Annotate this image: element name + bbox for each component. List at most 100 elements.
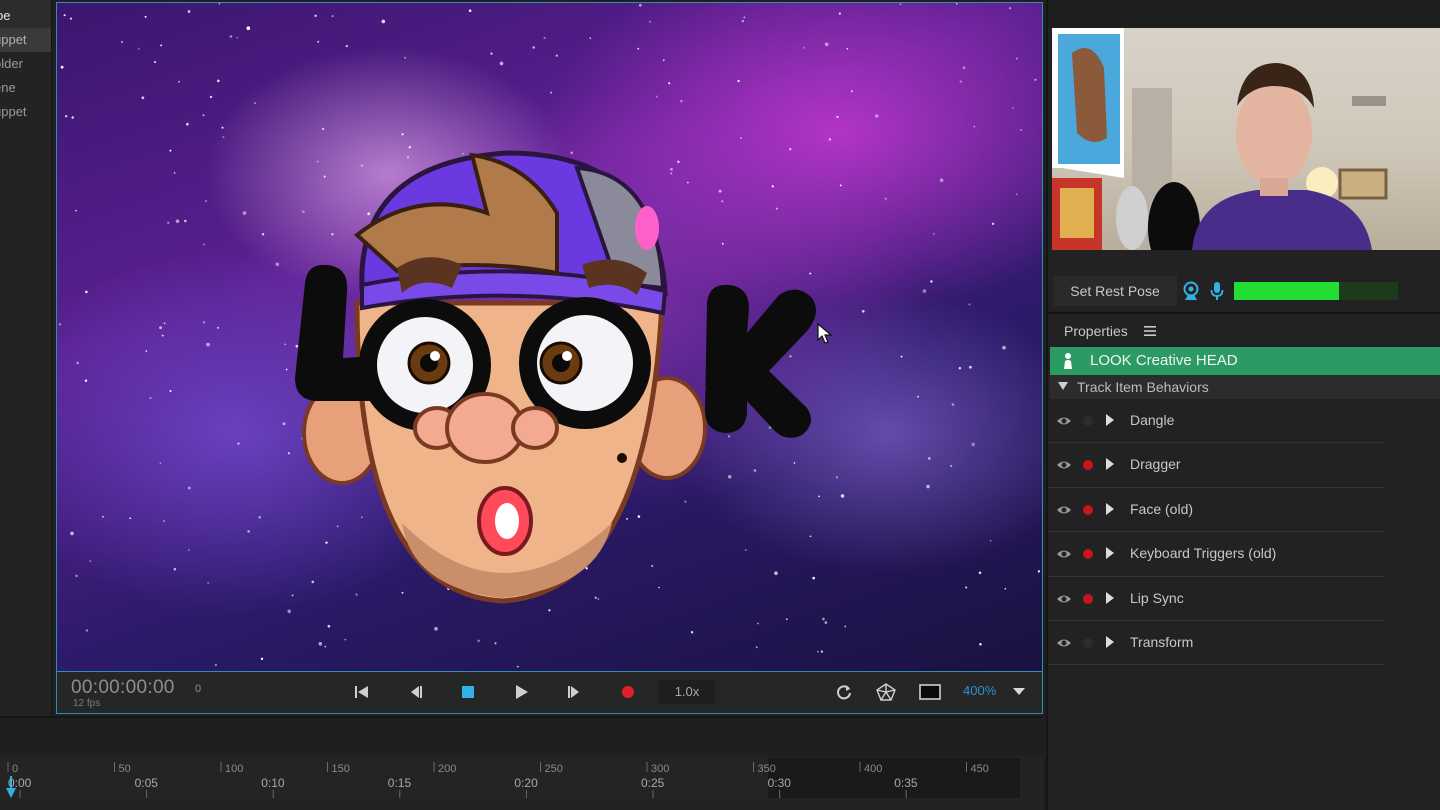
star <box>221 126 224 129</box>
star <box>548 609 551 612</box>
star <box>154 61 157 64</box>
star <box>917 395 919 398</box>
selected-puppet-bar[interactable]: LOOK Creative HEAD <box>1050 347 1440 375</box>
arm-record-dot-icon[interactable] <box>1083 549 1093 560</box>
playback-speed[interactable]: 1.0x <box>659 680 715 704</box>
track-item-behaviors-section[interactable]: Track Item Behaviors <box>1050 375 1440 399</box>
star <box>555 54 558 57</box>
star <box>718 189 722 193</box>
go-to-start-button[interactable] <box>351 681 373 703</box>
eye-visibility-icon[interactable] <box>1056 415 1072 427</box>
star <box>120 40 124 44</box>
star <box>1008 7 1012 10</box>
star <box>844 625 847 628</box>
expand-triangle-icon[interactable] <box>1105 591 1115 604</box>
background-toggle-button[interactable] <box>917 681 943 703</box>
project-item-scene[interactable]: ene <box>0 76 51 100</box>
behavior-row[interactable]: Transform <box>1048 621 1384 666</box>
eye-visibility-icon[interactable] <box>1056 548 1072 560</box>
star <box>84 379 88 382</box>
star <box>755 646 758 649</box>
hamburger-menu-icon[interactable] <box>1144 325 1156 337</box>
eye-visibility-icon[interactable] <box>1056 637 1072 649</box>
star <box>687 181 689 184</box>
star <box>839 184 842 187</box>
record-icon <box>622 686 634 698</box>
star <box>958 367 962 370</box>
star <box>740 137 742 139</box>
star <box>550 91 553 94</box>
project-column-header[interactable]: pe <box>0 0 51 28</box>
expand-triangle-icon[interactable] <box>1105 635 1115 648</box>
step-forward-button[interactable] <box>563 681 585 703</box>
arm-record-dot-icon[interactable] <box>1083 593 1093 604</box>
zoom-level[interactable]: 400% <box>963 683 996 698</box>
star <box>721 242 724 245</box>
behavior-row[interactable]: Face (old) <box>1048 488 1384 533</box>
star <box>214 663 217 667</box>
star <box>884 197 887 200</box>
project-item-puppet-2[interactable]: uppet <box>0 100 51 124</box>
arm-record-dot-icon[interactable] <box>1083 416 1093 426</box>
behavior-row[interactable]: Dragger <box>1048 443 1384 488</box>
star <box>188 549 190 551</box>
webcam-icon[interactable] <box>1182 281 1200 301</box>
star <box>955 3 958 5</box>
star <box>331 15 334 17</box>
behavior-row[interactable]: Dangle <box>1048 399 1384 444</box>
star <box>662 59 665 62</box>
project-item-folder[interactable]: older <box>0 52 51 76</box>
step-back-button[interactable] <box>405 681 427 703</box>
arm-record-dot-icon[interactable] <box>1083 460 1093 471</box>
caret-down-icon[interactable] <box>1058 382 1068 390</box>
behavior-row[interactable]: Lip Sync <box>1048 577 1384 621</box>
mesh-view-button[interactable] <box>875 681 897 703</box>
star <box>222 136 225 139</box>
arm-record-dot-icon[interactable] <box>1083 637 1093 648</box>
expand-triangle-icon[interactable] <box>1105 458 1115 471</box>
star <box>260 657 264 661</box>
star <box>922 289 927 293</box>
expand-triangle-icon[interactable] <box>1105 547 1115 560</box>
set-rest-pose-button[interactable]: Set Rest Pose <box>1053 276 1177 306</box>
expand-triangle-icon[interactable] <box>1105 502 1115 515</box>
galaxy-background <box>58 3 1041 668</box>
eye-visibility-icon[interactable] <box>1056 504 1072 516</box>
expand-triangle-icon[interactable] <box>1105 414 1115 426</box>
star <box>978 571 982 575</box>
star <box>175 219 180 223</box>
camera-panel-header <box>1048 0 1440 28</box>
loop-button[interactable] <box>833 681 855 703</box>
star <box>324 645 327 648</box>
star <box>258 516 261 519</box>
record-button[interactable] <box>617 681 639 703</box>
star <box>246 26 251 31</box>
ruler-frame-label: 0 <box>12 763 18 775</box>
star <box>1037 570 1041 573</box>
arm-record-dot-icon[interactable] <box>1083 504 1093 515</box>
project-item-puppet[interactable]: uppet <box>0 28 51 52</box>
star <box>205 200 207 202</box>
star <box>1004 588 1007 590</box>
star <box>367 212 371 216</box>
behavior-row[interactable]: Keyboard Triggers (old) <box>1048 532 1384 577</box>
star <box>76 361 80 365</box>
microphone-icon[interactable] <box>1210 281 1224 301</box>
stop-button[interactable] <box>457 681 479 703</box>
cartoon-head-puppet[interactable] <box>295 150 816 604</box>
star <box>861 309 865 313</box>
refresh-icon <box>837 685 851 700</box>
star <box>404 56 406 59</box>
timecode-display[interactable]: 00:00:00:00 <box>71 677 175 699</box>
play-button[interactable] <box>511 681 533 703</box>
chevron-down-icon[interactable] <box>1009 681 1029 701</box>
star <box>173 567 177 571</box>
scene-stage[interactable] <box>56 2 1043 672</box>
step-back-icon <box>411 686 422 698</box>
properties-title[interactable]: Properties <box>1064 323 1128 339</box>
behavior-label: Face (old) <box>1130 500 1194 517</box>
star <box>670 167 673 171</box>
eye-visibility-icon[interactable] <box>1056 459 1072 471</box>
eye-visibility-icon[interactable] <box>1056 593 1072 605</box>
star <box>824 42 829 47</box>
